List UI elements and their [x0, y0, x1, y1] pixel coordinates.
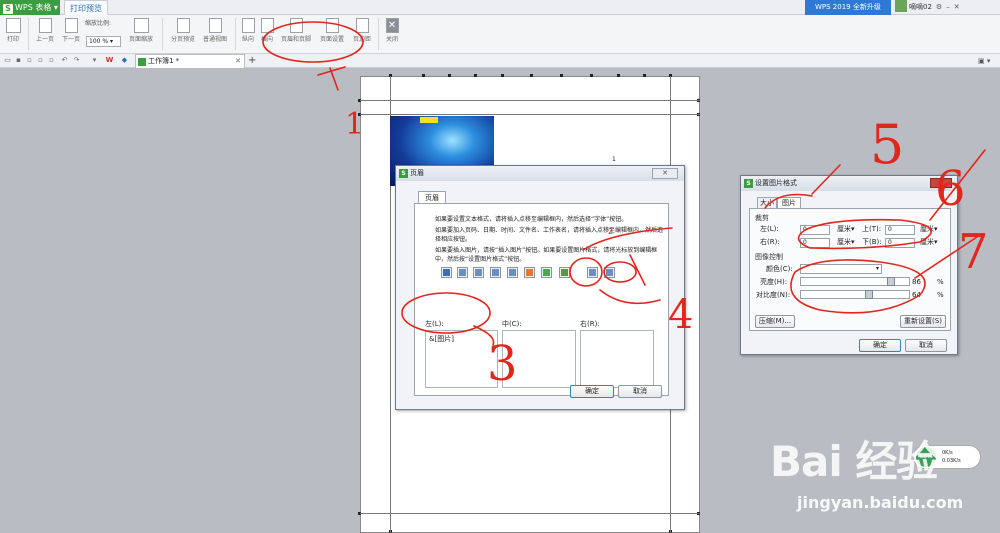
- annotation-number-7: 7: [958, 224, 989, 280]
- annotation-circle-image-control: [790, 259, 926, 314]
- annotation-circle-crop: [797, 218, 932, 250]
- annotation-line-circle-icons: [629, 254, 646, 286]
- annotation-number-6: 6: [935, 161, 966, 217]
- annotation-number-3: 3: [487, 336, 518, 392]
- annotation-number-1: 1: [345, 107, 365, 142]
- annotation-number-5: 5: [870, 113, 905, 176]
- annotation-arrow-4: [599, 289, 661, 305]
- annotation-number-2: 2: [608, 227, 614, 236]
- annotation-circle-header-footer: [262, 21, 364, 63]
- annotation-circle-picture-icon: [603, 261, 637, 283]
- baidu-watermark-url: jingyan.baidu.com: [797, 493, 964, 512]
- baidu-watermark: Bai 经验: [770, 437, 938, 486]
- annotation-arrow-5: [811, 164, 841, 195]
- annotation-circle-format-picture: [569, 257, 603, 287]
- annotation-number-4: 4: [668, 292, 694, 338]
- annotation-arrow-1: [317, 66, 346, 91]
- annotation-line-top: [582, 227, 673, 251]
- annotation-circle-tab: [764, 193, 813, 209]
